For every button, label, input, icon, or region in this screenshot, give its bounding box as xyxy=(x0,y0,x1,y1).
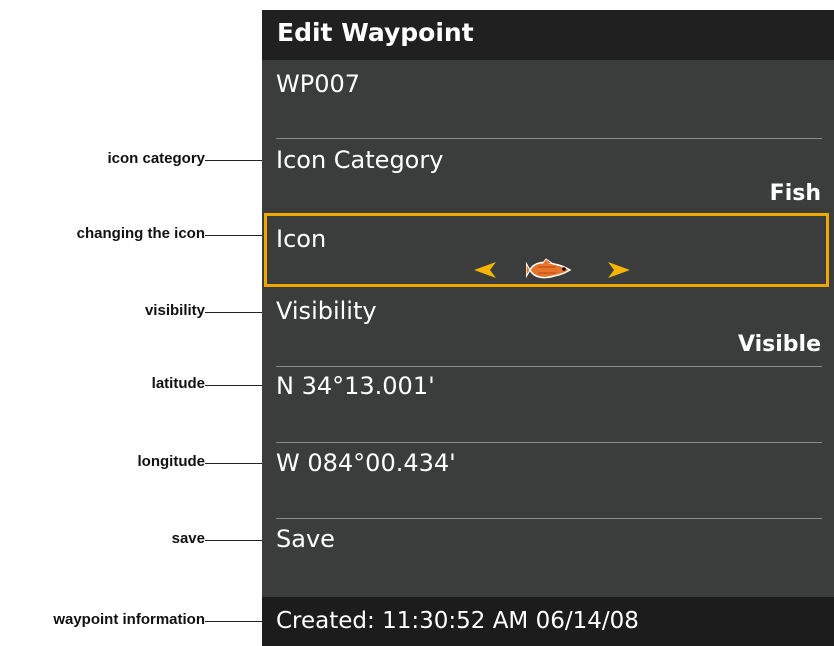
arrow-left-icon[interactable] xyxy=(474,262,496,278)
divider xyxy=(276,138,822,139)
leader-line-save xyxy=(205,540,267,541)
leader-line-latitude xyxy=(205,385,267,386)
arrow-right-icon[interactable] xyxy=(608,262,630,278)
fish-icon xyxy=(526,258,572,279)
callout-waypoint-information: waypoint information xyxy=(53,611,205,628)
icon-menu-item-label: Icon xyxy=(276,225,327,253)
leader-line-icon-category xyxy=(205,160,267,161)
divider xyxy=(276,442,822,443)
edit-waypoint-screen: Edit Waypoint WP007 Icon Category Fish I… xyxy=(262,10,834,646)
callout-latitude: latitude xyxy=(151,375,205,392)
title-bar: Edit Waypoint xyxy=(262,10,834,60)
callout-save: save xyxy=(171,530,205,547)
visibility-menu-item[interactable]: Visibility xyxy=(276,297,377,325)
callout-visibility: visibility xyxy=(144,302,205,319)
callout-icon-category: icon category xyxy=(107,150,205,167)
icon-category-menu-item[interactable]: Icon Category xyxy=(276,146,443,174)
leader-line-longitude xyxy=(205,463,267,464)
waypoint-name-field[interactable]: WP007 xyxy=(276,70,360,98)
icon-menu-item-selected[interactable]: Icon xyxy=(264,213,829,287)
longitude-field[interactable]: W 084°00.434' xyxy=(276,449,456,477)
leader-line-changing-icon xyxy=(205,235,267,236)
callout-longitude: longitude xyxy=(137,453,206,470)
divider xyxy=(276,518,822,519)
leader-line-waypoint-information xyxy=(205,621,267,622)
screen-title: Edit Waypoint xyxy=(277,18,474,47)
callout-changing-icon: changing the icon xyxy=(76,225,205,242)
created-timestamp: Created: 11:30:52 AM 06/14/08 xyxy=(276,608,639,634)
leader-line-visibility xyxy=(205,312,267,313)
visibility-value: Visible xyxy=(737,332,821,357)
waypoint-info-bar: Created: 11:30:52 AM 06/14/08 xyxy=(262,597,834,646)
save-menu-item[interactable]: Save xyxy=(276,525,335,553)
icon-category-value: Fish xyxy=(769,181,821,206)
divider xyxy=(276,366,822,367)
latitude-field[interactable]: N 34°13.001' xyxy=(276,372,435,400)
